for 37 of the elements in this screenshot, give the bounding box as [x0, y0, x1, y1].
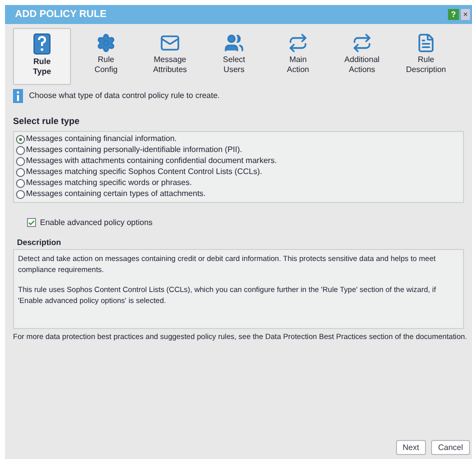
radio-button[interactable]: [16, 134, 25, 144]
arrows-icon: [288, 33, 308, 53]
next-button[interactable]: Next: [396, 440, 426, 455]
radio-button[interactable]: [16, 168, 25, 176]
wizard-step[interactable]: Rule Description: [397, 28, 455, 85]
help-button[interactable]: ?: [448, 9, 459, 20]
checkbox[interactable]: [27, 218, 36, 227]
question-document-icon: [33, 33, 51, 55]
wizard-step[interactable]: Rule Config: [77, 28, 135, 85]
radio-button[interactable]: [16, 178, 25, 188]
radio-button[interactable]: [16, 156, 25, 166]
radio-label: Messages containing financial information.: [26, 133, 177, 145]
radio-button[interactable]: [16, 146, 25, 154]
radio-label: Messages containing personally-identifiable information (PII).: [26, 144, 242, 156]
wizard-step[interactable]: Additional Actions: [333, 28, 391, 85]
document-icon: [416, 33, 436, 53]
info-icon: [13, 89, 23, 103]
close-button[interactable]: ×: [461, 9, 470, 20]
wizard-step[interactable]: Message Attributes: [141, 28, 199, 85]
radio-button[interactable]: [16, 190, 25, 198]
section-heading: Description: [17, 236, 62, 248]
section-heading: Select rule type: [13, 115, 81, 128]
arrows-icon: [352, 33, 372, 53]
wizard-step[interactable]: Rule Type: [13, 28, 71, 85]
checkbox-label: Enable advanced policy options: [40, 216, 153, 228]
cancel-button[interactable]: Cancel: [431, 440, 470, 455]
radio-label: Messages matching specific Sophos Content Control Lists (CCLs).: [26, 166, 262, 178]
radio-label: Messages with attachments containing confidential document markers.: [26, 155, 277, 167]
envelope-icon: [160, 33, 180, 53]
wizard-step[interactable]: Select Users: [205, 28, 263, 85]
radio-label: Messages matching specific words or phrases.: [26, 177, 192, 189]
radio-label: Messages containing certain types of attachments.: [26, 188, 206, 200]
window-title: ADD POLICY RULE: [15, 8, 106, 22]
wizard-step[interactable]: Main Action: [269, 28, 327, 85]
gear-icon: [96, 33, 116, 53]
users-icon: [224, 33, 244, 53]
info-text: Choose what type of data control policy rule to create.: [29, 90, 220, 102]
